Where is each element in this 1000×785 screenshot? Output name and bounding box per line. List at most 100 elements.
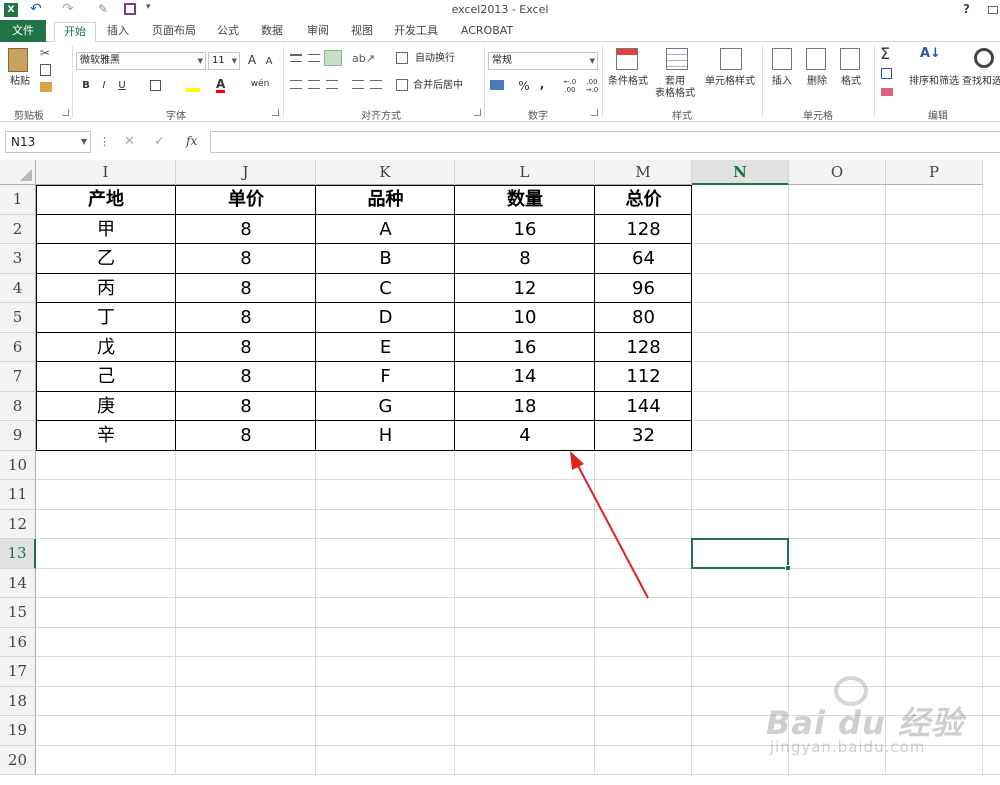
table-cell[interactable]: 96: [595, 274, 692, 304]
table-header-cell[interactable]: 品种: [316, 185, 455, 215]
tab-data[interactable]: 数据: [254, 22, 290, 42]
table-cell[interactable]: C: [316, 274, 455, 304]
table-cell[interactable]: 16: [455, 215, 595, 245]
table-cell[interactable]: 8: [176, 244, 316, 274]
formula-input[interactable]: [210, 131, 1000, 153]
delete-cells-icon[interactable]: [806, 48, 826, 70]
orientation-icon[interactable]: ab↗: [352, 52, 375, 65]
increase-indent-icon[interactable]: [370, 80, 382, 89]
help-button[interactable]: ?: [963, 2, 970, 16]
table-cell[interactable]: A: [316, 215, 455, 245]
table-header-cell[interactable]: 总价: [595, 185, 692, 215]
row-header-19[interactable]: 19: [0, 716, 36, 746]
row-header-3[interactable]: 3: [0, 244, 36, 274]
format-as-table-button[interactable]: 套用 表格格式: [650, 76, 700, 100]
align-right-icon[interactable]: [326, 80, 338, 89]
dialog-launcher-icon[interactable]: [62, 109, 69, 116]
currency-icon[interactable]: [490, 80, 504, 90]
copy-icon[interactable]: [40, 64, 51, 76]
row-header-4[interactable]: 4: [0, 273, 36, 303]
format-cells-icon[interactable]: [840, 48, 860, 70]
delete-cells-button[interactable]: 删除: [803, 76, 831, 88]
table-header-cell[interactable]: 产地: [36, 185, 176, 215]
fill-color-icon[interactable]: [186, 80, 200, 92]
phonetic-button[interactable]: wén: [250, 78, 270, 90]
table-header-cell[interactable]: 数量: [455, 185, 595, 215]
merge-center-button[interactable]: 合并后居中: [410, 80, 466, 92]
paste-button[interactable]: 粘贴: [6, 76, 34, 88]
row-header-9[interactable]: 9: [0, 421, 36, 451]
conditional-formatting-icon[interactable]: [616, 48, 638, 70]
percent-button[interactable]: %: [518, 80, 530, 92]
table-cell[interactable]: 戊: [36, 333, 176, 363]
column-header-i[interactable]: I: [36, 160, 176, 185]
tab-view[interactable]: 视图: [344, 22, 380, 42]
row-header-12[interactable]: 12: [0, 509, 36, 539]
comma-button[interactable]: ,: [538, 78, 546, 90]
row-header-15[interactable]: 15: [0, 598, 36, 628]
align-bottom-icon[interactable]: [324, 50, 342, 66]
column-header-p[interactable]: P: [886, 160, 983, 185]
row-header-16[interactable]: 16: [0, 627, 36, 657]
column-header-m[interactable]: M: [595, 160, 692, 185]
sort-filter-button[interactable]: 排序和筛选: [906, 76, 962, 88]
row-header-6[interactable]: 6: [0, 332, 36, 362]
column-header-l[interactable]: L: [455, 160, 595, 185]
table-cell[interactable]: E: [316, 333, 455, 363]
table-cell[interactable]: 112: [595, 362, 692, 392]
row-header-20[interactable]: 20: [0, 745, 36, 775]
font-family-select[interactable]: 微软雅黑 ▼: [76, 52, 206, 70]
table-cell[interactable]: 8: [176, 333, 316, 363]
dialog-launcher-icon[interactable]: [591, 109, 598, 116]
table-cell[interactable]: 8: [176, 274, 316, 304]
format-cells-button[interactable]: 格式: [837, 76, 865, 88]
insert-cells-icon[interactable]: [772, 48, 792, 70]
shrink-font-button[interactable]: A: [264, 56, 274, 68]
format-as-table-icon[interactable]: [666, 48, 688, 70]
column-header-k[interactable]: K: [316, 160, 455, 185]
table-cell[interactable]: 16: [455, 333, 595, 363]
table-cell[interactable]: H: [316, 421, 455, 451]
cell-styles-button[interactable]: 单元格样式: [702, 76, 758, 88]
column-header-j[interactable]: J: [176, 160, 316, 185]
decrease-indent-icon[interactable]: [352, 80, 364, 89]
tab-insert[interactable]: 插入: [100, 22, 136, 42]
paste-icon[interactable]: [8, 48, 28, 72]
merge-center-icon[interactable]: [396, 79, 408, 91]
align-left-icon[interactable]: [290, 80, 302, 89]
table-cell[interactable]: 丙: [36, 274, 176, 304]
table-cell[interactable]: 12: [455, 274, 595, 304]
row-header-10[interactable]: 10: [0, 450, 36, 480]
row-header-2[interactable]: 2: [0, 214, 36, 244]
sort-filter-icon[interactable]: A↓: [920, 46, 941, 61]
autosum-icon[interactable]: Σ: [880, 44, 890, 63]
table-cell[interactable]: 64: [595, 244, 692, 274]
table-cell[interactable]: 乙: [36, 244, 176, 274]
row-header-7[interactable]: 7: [0, 362, 36, 392]
column-header-o[interactable]: O: [789, 160, 886, 185]
wrap-text-button[interactable]: 自动换行: [410, 53, 460, 65]
conditional-formatting-button[interactable]: 条件格式: [605, 76, 651, 88]
align-top-icon[interactable]: [290, 54, 302, 62]
font-size-select[interactable]: 11 ▼: [208, 52, 240, 70]
table-cell[interactable]: 8: [176, 421, 316, 451]
italic-button[interactable]: I: [98, 80, 110, 92]
format-painter-icon[interactable]: [40, 82, 52, 92]
font-color-icon[interactable]: A: [216, 78, 226, 93]
table-cell[interactable]: 4: [455, 421, 595, 451]
grow-font-button[interactable]: A: [246, 54, 258, 66]
select-all-corner[interactable]: [0, 160, 36, 185]
tab-home[interactable]: 开始: [54, 22, 96, 42]
tab-review[interactable]: 审阅: [300, 22, 336, 42]
bold-button[interactable]: B: [80, 80, 92, 92]
row-header-5[interactable]: 5: [0, 303, 36, 333]
more-options-icon[interactable]: ⋮: [99, 135, 110, 148]
underline-button[interactable]: U: [116, 80, 128, 92]
tab-developer[interactable]: 开发工具: [388, 22, 444, 42]
dialog-launcher-icon[interactable]: [272, 109, 279, 116]
table-cell[interactable]: 庚: [36, 392, 176, 422]
find-select-button[interactable]: 查找和选: [962, 76, 1000, 88]
tab-acrobat[interactable]: ACROBAT: [456, 22, 518, 42]
table-cell[interactable]: B: [316, 244, 455, 274]
ribbon-display-icon[interactable]: [988, 6, 998, 14]
